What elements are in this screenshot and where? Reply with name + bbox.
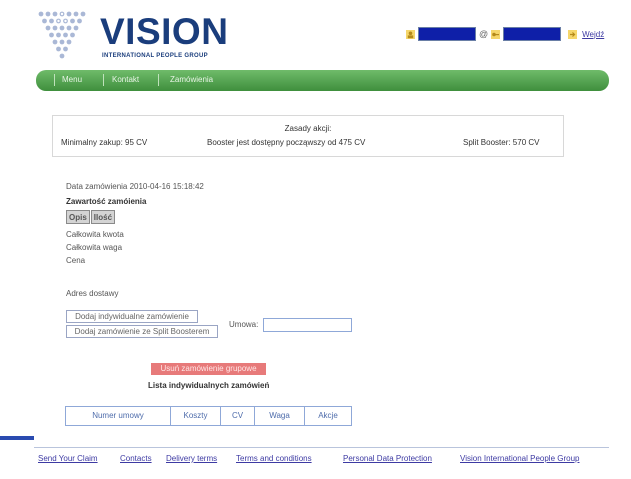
enter-icon [568, 29, 578, 39]
rules-booster: Booster jest dostępny począwszy od 475 C… [207, 138, 366, 147]
delivery-address-label: Adres dostawy [66, 289, 119, 298]
order-contents-heading: Zawartość zamóienia [66, 197, 147, 206]
delete-group-order-button[interactable]: Usuń zamówienie grupowe [151, 363, 266, 375]
add-individual-order-button[interactable]: Dodaj indywidualne zamówienie [66, 310, 198, 323]
order-date: Data zamówienia 2010-04-16 15:18:42 [66, 182, 204, 191]
nav-item-zamowienia[interactable]: Zamówienia [170, 75, 213, 84]
password-input[interactable] [503, 27, 562, 41]
promotion-rules-box: Zasady akcji: Minimalny zakup: 95 CV Boo… [52, 115, 564, 157]
nav-separator [54, 74, 55, 86]
umowa-input[interactable] [263, 318, 352, 332]
umowa-label: Umowa: [229, 320, 259, 329]
rules-title: Zasady akcji: [284, 124, 332, 133]
add-split-booster-order-button[interactable]: Dodaj zamówienie ze Split Boosterem [66, 325, 218, 338]
nav-item-menu[interactable]: Menu [62, 75, 82, 84]
nav-separator [158, 74, 159, 86]
enter-link[interactable]: Wejdź [582, 30, 604, 39]
user-icon [406, 29, 415, 39]
main-nav: Menu Kontakt Zamówienia [36, 70, 609, 91]
column-header-waga: Waga [255, 407, 305, 425]
order-contents-table: Opis Ilość [66, 210, 116, 224]
total-weight-label: Całkowita waga [66, 243, 123, 252]
column-header-akcje: Akcje [318, 411, 338, 420]
rules-minimum: Minimalny zakup: 95 CV [61, 138, 148, 147]
rules-split-booster: Split Booster: 570 CV [463, 138, 540, 147]
individual-orders-heading: Lista indywidualnych zamówień [148, 381, 270, 390]
footer-link-data-protection[interactable]: Personal Data Protection [343, 454, 432, 463]
total-amount-label: Całkowita kwota [66, 230, 124, 239]
logo-wordmark: VISION [100, 11, 229, 52]
key-icon [491, 29, 501, 39]
at-symbol: @ [479, 29, 489, 39]
login-bar: @ Wejdź [406, 26, 604, 42]
nav-item-kontakt[interactable]: Kontakt [112, 75, 139, 84]
footer-link-delivery-terms[interactable]: Delivery terms [166, 454, 217, 463]
nav-separator [103, 74, 104, 86]
price-label: Cena [66, 256, 86, 265]
vision-logo-icon [38, 11, 86, 59]
footer-link-send-claim[interactable]: Send Your Claim [38, 454, 98, 463]
column-header-numer-umowy: Numer umowy [66, 407, 171, 425]
individual-orders-table: Numer umowy Koszty CV Waga Akcje [65, 406, 352, 426]
footer-link-vision-group[interactable]: Vision International People Group [460, 454, 580, 463]
footer-link-contacts[interactable]: Contacts [120, 454, 152, 463]
logo-subtitle: INTERNATIONAL PEOPLE GROUP [102, 53, 208, 59]
login-input[interactable] [418, 27, 476, 41]
column-header-koszty: Koszty [171, 407, 221, 425]
footer: Send Your Claim Contacts Delivery terms … [0, 454, 631, 468]
left-accent-bar [0, 436, 34, 440]
footer-link-terms-conditions[interactable]: Terms and conditions [236, 454, 312, 463]
table-header-opis: Opis [66, 210, 90, 224]
table-header-ilosc: Ilość [90, 210, 116, 224]
column-header-cv: CV [221, 407, 255, 425]
footer-divider [34, 447, 609, 448]
